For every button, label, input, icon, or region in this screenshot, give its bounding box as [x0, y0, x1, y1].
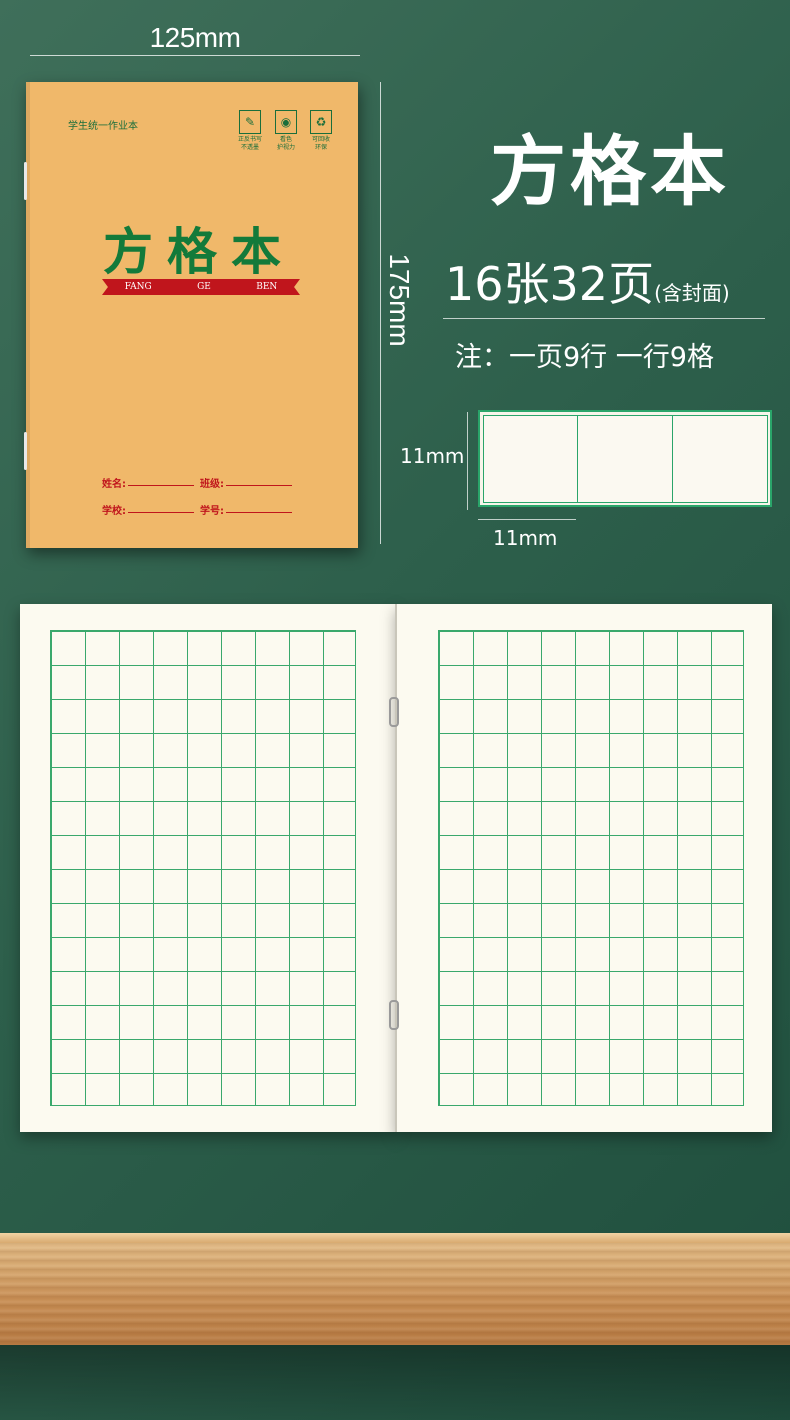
shelf-shadow [0, 1345, 790, 1420]
grid-sample [478, 410, 772, 507]
staple [24, 162, 27, 200]
spec-text: 16张32页(含封面) [445, 248, 730, 314]
cell-width-line [478, 519, 576, 520]
field-label-name: 姓名: [102, 479, 126, 490]
spec-note: 注：一页9行 一行9格 [455, 342, 714, 373]
width-label: 125mm [149, 22, 241, 53]
cover-field-row: 学校: 学号: [102, 502, 298, 517]
binding-staple [389, 697, 399, 727]
field-line [226, 502, 292, 513]
spec-main: 16张32页 [445, 257, 655, 311]
cover-series-text: 学生统一作业本 [68, 121, 138, 132]
binding-staple [389, 1000, 399, 1030]
cell-height-label: 11mm [400, 444, 465, 468]
sample-cell [483, 415, 578, 503]
product-title: 方格本 [490, 127, 730, 216]
width-dimension-line [30, 55, 360, 56]
shelf-edge [0, 1233, 790, 1243]
cover-pinyin-band: FANG GE BEN [102, 279, 300, 295]
cover-field-row: 姓名: 班级: [102, 475, 298, 490]
leaf-icon: ✎ [239, 110, 261, 134]
notebook-spine [395, 604, 397, 1132]
band-word: BEN [256, 282, 278, 292]
cell-height-line [467, 412, 468, 510]
cert-caption: 可回收 环保 [311, 136, 330, 151]
square-grid [438, 630, 744, 1106]
band-word: FANG [124, 282, 152, 292]
notebook-cover: 学生统一作业本 ✎ 正反书写 不透墨 ◉ 看色 护视力 ♻ 可回收 环保 方格本… [24, 82, 358, 548]
cover-spine-edge [26, 82, 30, 548]
cell-width-label: 11mm [493, 526, 558, 550]
cert-badge: ◉ 看色 护视力 [274, 110, 298, 152]
field-line [128, 502, 194, 513]
field-label-class: 班级: [200, 479, 224, 490]
cert-badge: ✎ 正反书写 不透墨 [238, 110, 262, 152]
notebook-page-right [396, 604, 772, 1132]
staple [24, 432, 27, 470]
recycle-icon: ♻ [310, 110, 332, 134]
spec-sub: (含封面) [654, 281, 730, 305]
field-line [128, 475, 194, 486]
cert-badge: ♻ 可回收 环保 [309, 110, 333, 152]
eye-icon: ◉ [275, 110, 297, 134]
field-line [226, 475, 292, 486]
sample-cell [672, 415, 768, 503]
wood-shelf [0, 1233, 790, 1345]
field-label-number: 学号: [200, 506, 224, 517]
square-grid [50, 630, 356, 1106]
cert-caption: 正反书写 不透墨 [238, 136, 263, 151]
sample-cell [577, 415, 673, 503]
band-word: GE [197, 282, 211, 292]
cert-caption: 看色 护视力 [276, 136, 295, 151]
height-label: 175mm [384, 253, 415, 347]
spec-divider [443, 318, 765, 319]
cover-title: 方格本 [103, 222, 295, 281]
field-label-school: 学校: [102, 506, 126, 517]
notebook-page-left [20, 604, 396, 1132]
